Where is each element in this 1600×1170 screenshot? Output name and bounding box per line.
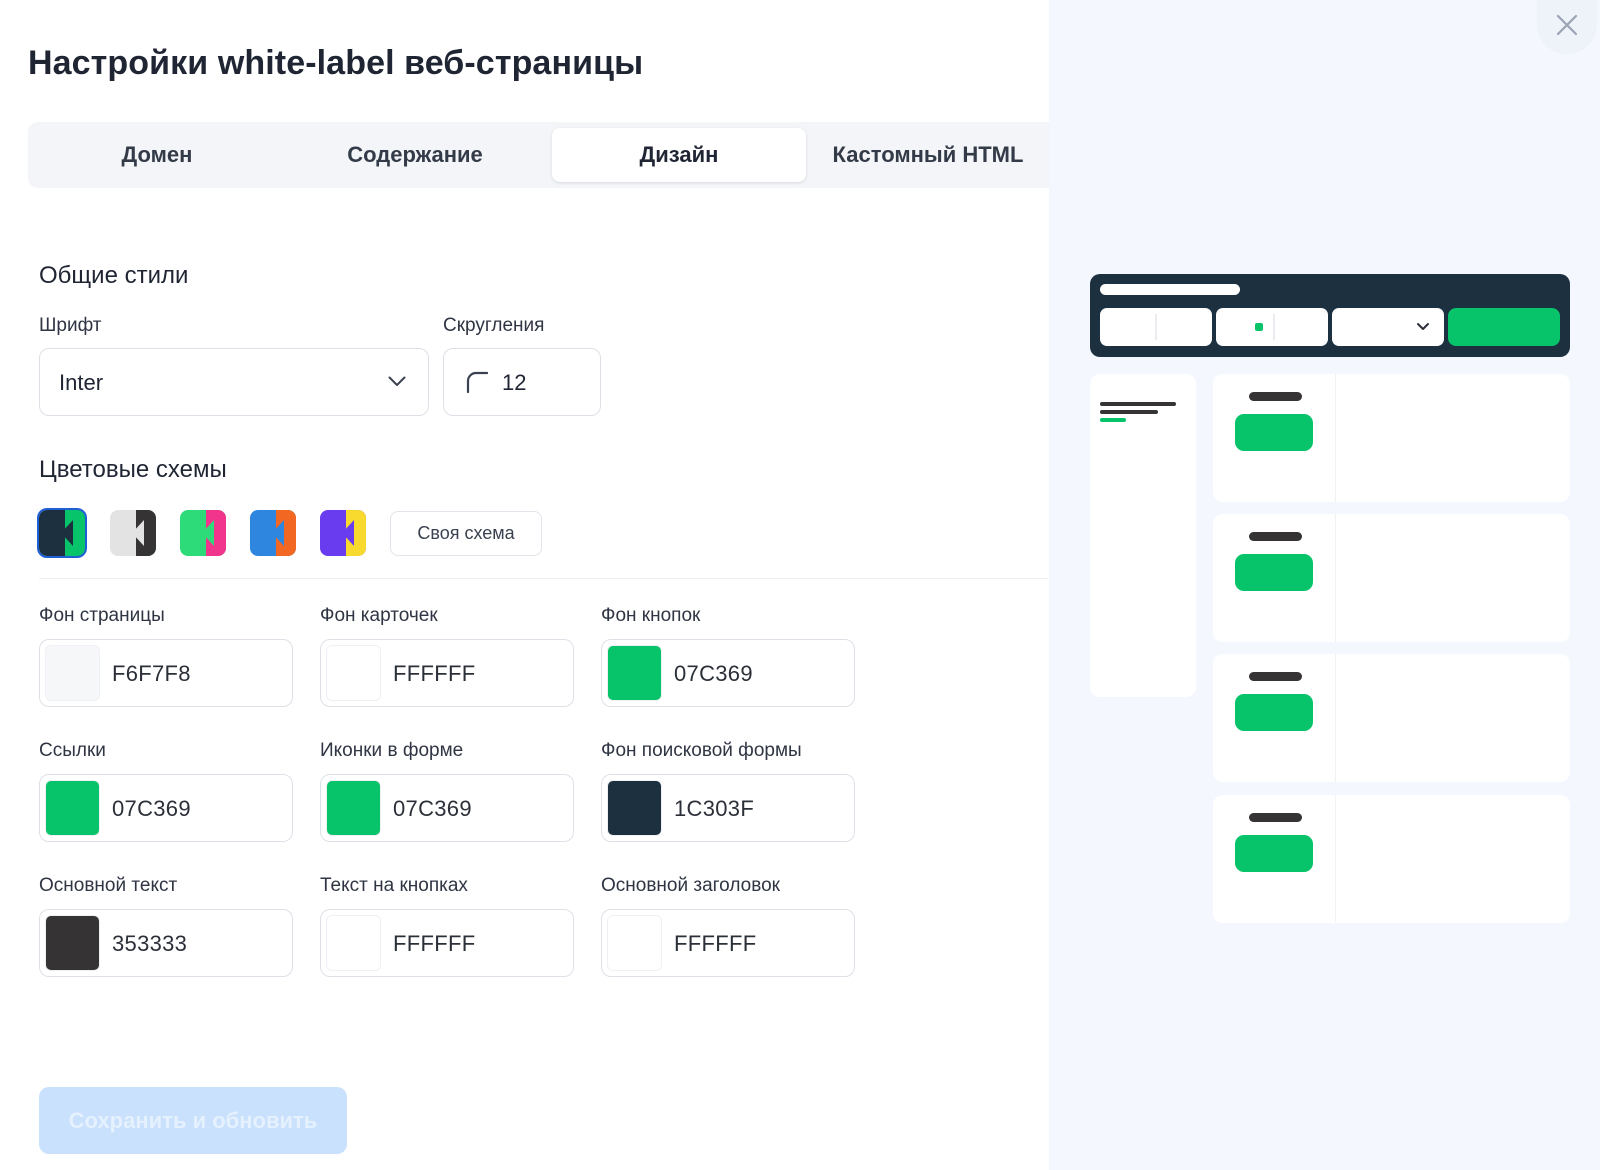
- color-swatch[interactable]: [326, 780, 381, 836]
- preview-card-button: [1235, 835, 1313, 872]
- preview-card: [1213, 514, 1570, 642]
- preview-search-field-2: [1216, 308, 1328, 346]
- preview-card: [1213, 654, 1570, 782]
- color-hex: 07C369: [112, 796, 191, 821]
- preview-card-divider: [1335, 374, 1336, 502]
- tab-domain[interactable]: Домен: [28, 128, 286, 182]
- color-field-button-bg[interactable]: 07C369: [601, 639, 855, 707]
- color-label-main-heading: Основной заголовок: [601, 875, 780, 896]
- radius-label: Скругления: [443, 315, 545, 336]
- color-field-main-heading[interactable]: FFFFFF: [601, 909, 855, 977]
- color-hex: FFFFFF: [393, 931, 476, 956]
- color-swatch[interactable]: [45, 915, 100, 971]
- color-swatch[interactable]: [607, 780, 662, 836]
- color-scheme-2[interactable]: [110, 510, 156, 556]
- color-field-main-text[interactable]: 353333: [39, 909, 293, 977]
- preview-card-button: [1235, 414, 1313, 451]
- color-label-form-icons: Иконки в форме: [320, 740, 464, 761]
- color-field-page-bg[interactable]: F6F7F8: [39, 639, 293, 707]
- tab-design[interactable]: Дизайн: [552, 128, 806, 182]
- preview-sidebar-line-2: [1100, 410, 1158, 414]
- tab-bar: Домен Содержание Дизайн Кастомный HTML: [28, 122, 1049, 188]
- color-scheme-5[interactable]: [320, 510, 366, 556]
- color-swatch[interactable]: [45, 645, 100, 701]
- preview-search-field-2-dot: [1255, 323, 1263, 331]
- settings-panel: Настройки white-label веб-страницы Домен…: [0, 0, 1049, 1170]
- color-schemes-title: Цветовые схемы: [39, 456, 227, 483]
- save-and-update-button[interactable]: Сохранить и обновить: [39, 1087, 347, 1154]
- color-swatch[interactable]: [607, 915, 662, 971]
- preview-search-form: [1090, 274, 1570, 357]
- corner-radius-icon: [466, 371, 489, 398]
- color-scheme-4[interactable]: [250, 510, 296, 556]
- color-swatch[interactable]: [326, 645, 381, 701]
- color-swatch[interactable]: [45, 780, 100, 836]
- own-scheme-button[interactable]: Своя схема: [390, 511, 542, 556]
- color-label-button-text: Текст на кнопках: [320, 875, 468, 896]
- radius-value: 12: [502, 370, 527, 395]
- color-field-button-text[interactable]: FFFFFF: [320, 909, 574, 977]
- preview-card-divider: [1335, 514, 1336, 642]
- preview-sidebar: [1090, 374, 1196, 697]
- color-scheme-1[interactable]: [37, 508, 87, 558]
- color-hex: 1C303F: [674, 796, 755, 821]
- page-title: Настройки white-label веб-страницы: [28, 44, 644, 82]
- color-label-page-bg: Фон страницы: [39, 605, 165, 626]
- color-label-card-bg: Фон карточек: [320, 605, 438, 626]
- font-select[interactable]: Inter: [39, 348, 429, 416]
- color-label-links: Ссылки: [39, 740, 106, 761]
- preview-card: [1213, 374, 1570, 502]
- preview-card-divider: [1335, 795, 1336, 923]
- tab-content[interactable]: Содержание: [286, 128, 544, 182]
- chevron-down-icon: [388, 374, 406, 392]
- preview-search-title-bar: [1100, 284, 1240, 295]
- color-hex: FFFFFF: [674, 931, 757, 956]
- color-field-links[interactable]: 07C369: [39, 774, 293, 842]
- color-swatch[interactable]: [326, 915, 381, 971]
- color-hex: 07C369: [674, 661, 753, 686]
- color-hex: 353333: [112, 931, 188, 956]
- preview-card-title-line: [1249, 672, 1302, 681]
- preview-card-title-line: [1249, 392, 1302, 401]
- radius-input[interactable]: 12: [443, 348, 601, 416]
- color-field-form-icons[interactable]: 07C369: [320, 774, 574, 842]
- font-label: Шрифт: [39, 315, 102, 336]
- preview-card-button: [1235, 694, 1313, 731]
- preview-card-title-line: [1249, 532, 1302, 541]
- color-hex: 07C369: [393, 796, 472, 821]
- color-hex: F6F7F8: [112, 661, 191, 686]
- preview-search-field-3: [1332, 308, 1444, 346]
- color-hex: FFFFFF: [393, 661, 476, 686]
- preview-card-divider: [1335, 654, 1336, 782]
- preview-card-button: [1235, 554, 1313, 591]
- tab-custom-html[interactable]: Кастомный HTML: [806, 128, 1050, 182]
- preview-search-button: [1448, 308, 1560, 346]
- color-field-card-bg[interactable]: FFFFFF: [320, 639, 574, 707]
- preview-card-title-line: [1249, 813, 1302, 822]
- font-select-value: Inter: [59, 370, 104, 395]
- color-field-search-bg[interactable]: 1C303F: [601, 774, 855, 842]
- preview-sidebar-line-3: [1100, 418, 1126, 422]
- preview-sidebar-line-1: [1100, 402, 1176, 406]
- color-label-search-bg: Фон поисковой формы: [601, 740, 802, 761]
- general-styles-title: Общие стили: [39, 262, 189, 289]
- preview-card: [1213, 795, 1570, 923]
- color-label-button-bg: Фон кнопок: [601, 605, 701, 626]
- color-scheme-3[interactable]: [180, 510, 226, 556]
- color-label-main-text: Основной текст: [39, 875, 178, 896]
- divider: [39, 578, 1049, 579]
- color-swatch[interactable]: [607, 645, 662, 701]
